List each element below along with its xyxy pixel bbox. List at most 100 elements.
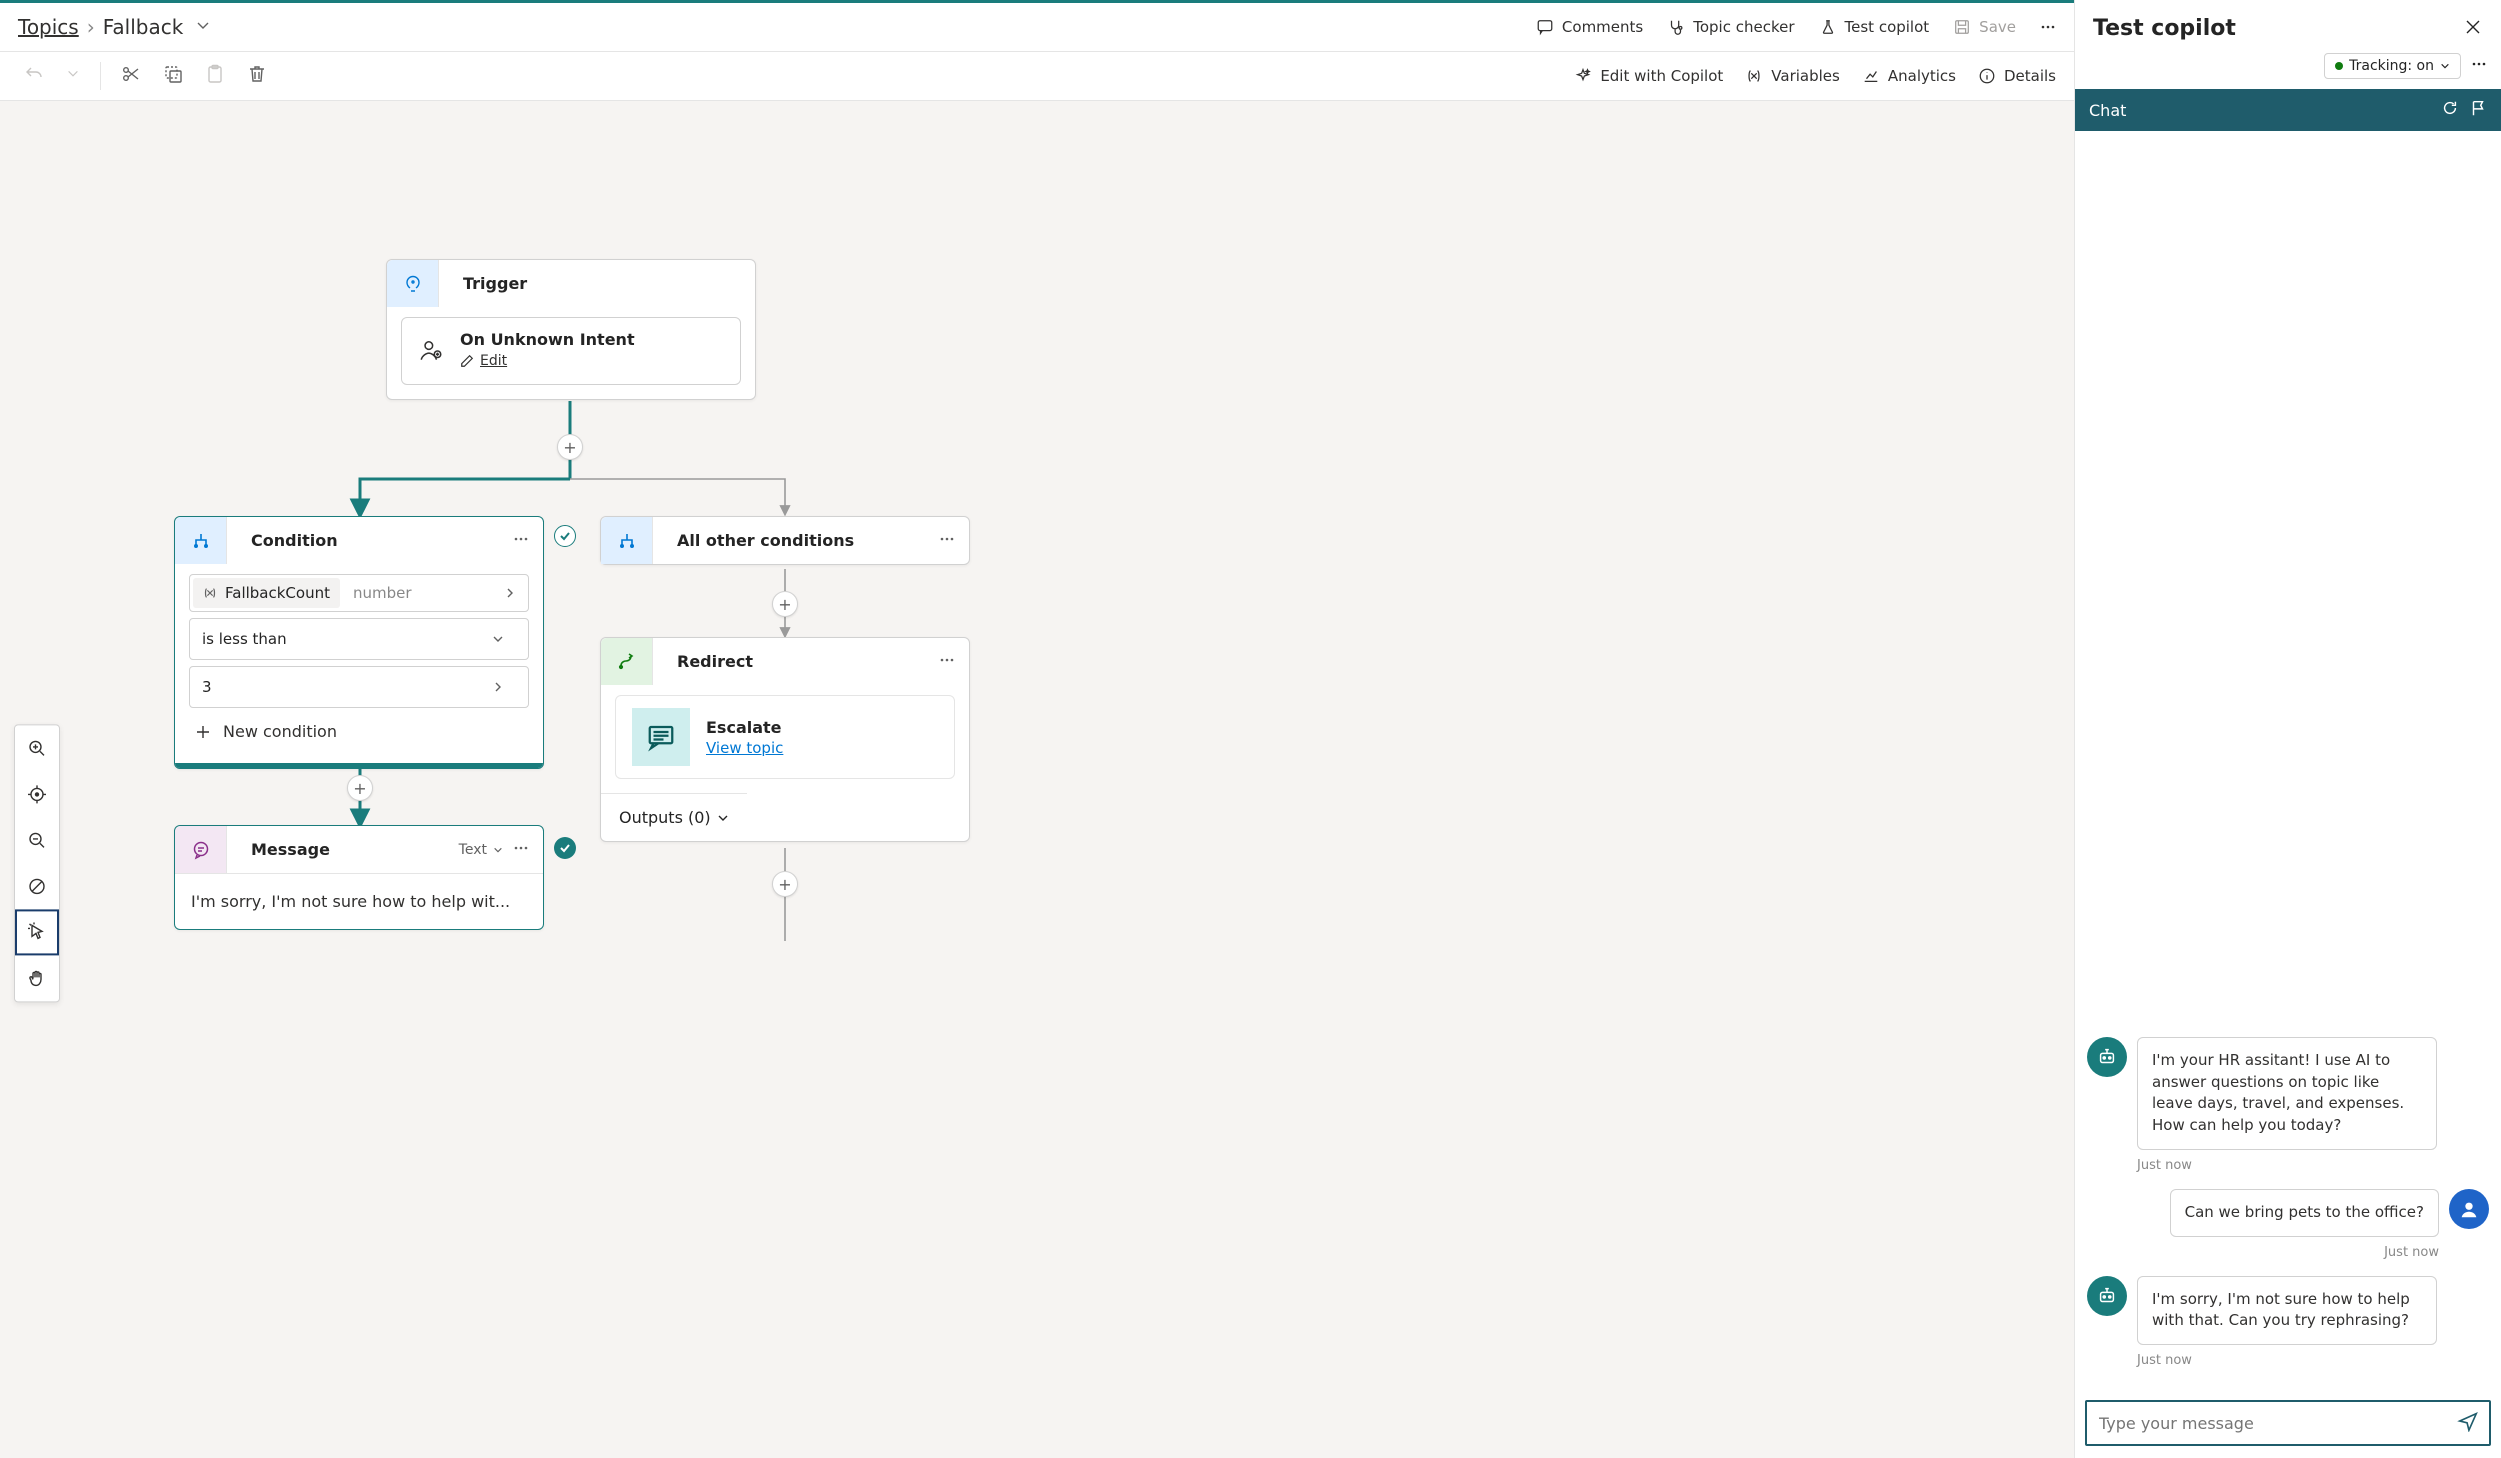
panel-close-button[interactable] [2463, 17, 2483, 41]
variable-chip: FallbackCount [193, 578, 340, 608]
undo-icon [24, 64, 44, 84]
chevron-right-icon [480, 673, 516, 701]
fit-view-button[interactable] [15, 771, 59, 817]
panel-head: Test copilot [2075, 0, 2501, 49]
trigger-node[interactable]: Trigger On Unknown Intent Edit [386, 259, 756, 400]
chat-reset-button[interactable] [2441, 99, 2459, 121]
comments-label: Comments [1562, 18, 1643, 36]
redirect-node[interactable]: Redirect [600, 637, 970, 842]
chat-flag-button[interactable] [2469, 99, 2487, 121]
chevron-down-icon [66, 67, 80, 81]
undo-button[interactable] [18, 58, 50, 94]
condition-value-row[interactable]: 3 [189, 666, 529, 708]
message-node[interactable]: Message Text [174, 825, 544, 930]
new-condition-button[interactable]: New condition [189, 714, 343, 749]
condition-overflow-button[interactable] [513, 531, 529, 551]
variable-icon [1745, 67, 1763, 85]
trigger-edit-link[interactable]: Edit [460, 353, 507, 369]
trigger-event-card[interactable]: On Unknown Intent Edit [401, 317, 741, 385]
condition-value: 3 [202, 678, 212, 696]
chevron-down-icon [480, 625, 516, 653]
chevron-right-icon [492, 579, 528, 607]
variables-button[interactable]: Variables [1745, 67, 1840, 85]
chat-timestamp: Just now [2087, 1245, 2439, 1260]
add-node-button[interactable]: + [557, 434, 583, 460]
all-other-overflow-button[interactable] [939, 531, 955, 551]
details-button[interactable]: Details [1978, 67, 2056, 85]
undo-dropdown-button[interactable] [60, 61, 86, 91]
chat-bot-message: I'm sorry, I'm not sure how to help with… [2087, 1276, 2489, 1346]
all-other-conditions-node[interactable]: All other conditions [600, 516, 970, 565]
analytics-button[interactable]: Analytics [1862, 67, 1956, 85]
flag-icon [2469, 99, 2487, 117]
paste-button[interactable] [199, 58, 231, 94]
save-icon [1953, 18, 1971, 36]
tracking-label: Tracking: on [2349, 58, 2434, 74]
add-node-button[interactable]: + [772, 591, 798, 617]
view-topic-link[interactable]: View topic [706, 739, 783, 757]
topic-checker-button[interactable]: Topic checker [1667, 18, 1794, 36]
toolbar-right: Edit with Copilot Variables Analytics De… [1574, 67, 2056, 85]
redirect-overflow-button[interactable] [939, 652, 955, 672]
robot-icon [2096, 1046, 2118, 1068]
reset-zoom-button[interactable] [15, 863, 59, 909]
selection-tool-button[interactable] [15, 909, 59, 955]
breadcrumb-dropdown[interactable] [191, 11, 215, 43]
pan-tool-button[interactable] [15, 955, 59, 1001]
flask-icon [1819, 18, 1837, 36]
chat-timestamp: Just now [2137, 1158, 2489, 1173]
redirect-icon [617, 652, 637, 672]
redirect-target-card[interactable]: Escalate View topic [615, 695, 955, 779]
condition-node[interactable]: Condition [174, 516, 544, 769]
message-preview[interactable]: I'm sorry, I'm not sure how to help wit.… [175, 873, 543, 929]
chat-bubble: Can we bring pets to the office? [2170, 1189, 2439, 1237]
chat-timestamp: Just now [2137, 1353, 2489, 1368]
send-button[interactable] [2457, 1410, 2479, 1436]
chat-input[interactable] [2097, 1413, 2457, 1434]
message-overflow-button[interactable] [513, 840, 529, 860]
cut-button[interactable] [115, 58, 147, 94]
comments-button[interactable]: Comments [1536, 18, 1643, 36]
tracking-toggle[interactable]: Tracking: on [2324, 53, 2461, 79]
condition-operator-row[interactable]: is less than [189, 618, 529, 660]
zoom-in-button[interactable] [15, 725, 59, 771]
chat-user-message: Can we bring pets to the office? [2087, 1189, 2489, 1237]
chevron-down-icon [2440, 61, 2450, 71]
delete-button[interactable] [241, 58, 273, 94]
sparkle-icon [1574, 67, 1592, 85]
outputs-toggle[interactable]: Outputs (0) [601, 793, 747, 841]
outputs-label: Outputs (0) [619, 808, 711, 827]
condition-body: FallbackCount number is less than [175, 564, 543, 763]
add-node-button[interactable]: + [347, 775, 373, 801]
chat-body[interactable]: I'm your HR assitant! I use AI to answer… [2075, 131, 2501, 1392]
top-bar: Topics › Fallback Comments Topic ch [0, 3, 2074, 52]
copy-icon [163, 64, 183, 84]
chat-bubble: I'm your HR assitant! I use AI to answer… [2137, 1037, 2437, 1150]
all-other-head: All other conditions [601, 517, 969, 564]
more-icon [513, 531, 529, 547]
canvas[interactable]: Trigger On Unknown Intent Edit [0, 101, 2074, 1458]
edit-with-copilot-button[interactable]: Edit with Copilot [1574, 67, 1723, 85]
hand-icon [27, 968, 47, 988]
user-avatar [2449, 1189, 2489, 1229]
copy-button[interactable] [157, 58, 189, 94]
no-icon [27, 876, 47, 896]
refresh-icon [2441, 99, 2459, 117]
pencil-icon [460, 354, 474, 368]
details-label: Details [2004, 67, 2056, 85]
test-copilot-button[interactable]: Test copilot [1819, 18, 1930, 36]
zoom-out-button[interactable] [15, 817, 59, 863]
breadcrumb-root[interactable]: Topics [18, 15, 79, 39]
plus-icon [195, 724, 211, 740]
condition-variable-row[interactable]: FallbackCount number [189, 574, 529, 612]
message-type-dropdown[interactable]: Text [459, 842, 503, 858]
message-type-label: Text [459, 842, 487, 858]
panel-overflow-button[interactable] [2471, 56, 2487, 76]
save-button[interactable]: Save [1953, 18, 2016, 36]
redirect-iconbox [601, 638, 653, 685]
top-overflow-button[interactable] [2040, 19, 2056, 35]
more-icon [2040, 19, 2056, 35]
breadcrumb-current: Fallback [103, 15, 184, 39]
add-node-button[interactable]: + [772, 871, 798, 897]
status-dot-icon [2335, 62, 2343, 70]
